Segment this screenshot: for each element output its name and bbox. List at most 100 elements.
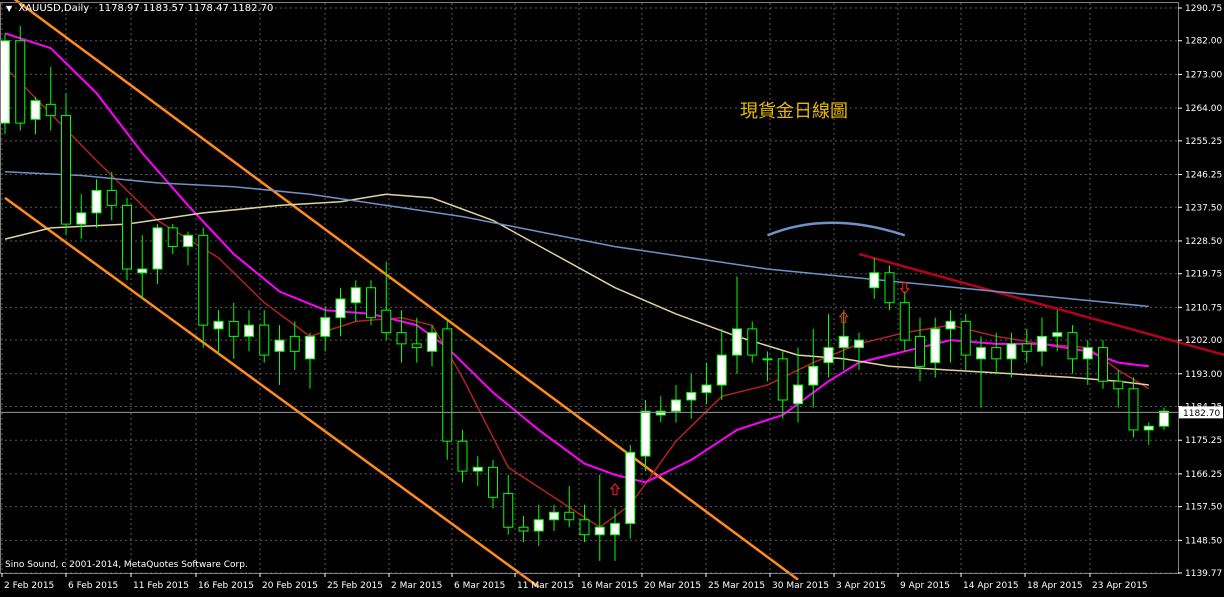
candle-body (793, 384, 803, 405)
candle-body (854, 339, 864, 349)
y-tick-label: 1237.50 (1185, 203, 1222, 213)
channel-lower-line (4, 196, 540, 589)
candle-body (747, 328, 758, 356)
candle-body (228, 320, 239, 337)
y-tick-label: 1273.00 (1185, 70, 1222, 80)
candle-body (30, 100, 41, 120)
y-tick-label: 1290.75 (1185, 4, 1222, 14)
x-tick-label: 6 Mar 2015 (454, 581, 505, 591)
candle-body (838, 335, 849, 349)
candle-body (960, 320, 971, 356)
candle-body (1006, 343, 1017, 360)
plot-frame (0, 2, 1179, 574)
price-chart: 1290.75 1282.00 1273.00 1264.00 1255.25 1246.… (0, 0, 1224, 591)
y-tick-label: 1202.00 (1185, 336, 1222, 346)
candle-body (457, 440, 468, 472)
candle-body (167, 227, 178, 248)
y-tick-label: 1193.00 (1185, 370, 1222, 380)
y-tick-label: 1175.25 (1185, 436, 1222, 446)
y-tick-label: 1255.25 (1185, 137, 1222, 147)
candle-body (0, 40, 10, 124)
candle-body (732, 328, 742, 356)
x-tick-label: 2 Feb 2015 (4, 581, 54, 591)
candle-body (777, 358, 788, 401)
candle-body (823, 347, 834, 364)
x-tick-label: 20 Mar 2015 (644, 581, 701, 591)
x-tick-label: 3 Apr 2015 (836, 581, 886, 591)
axes: 1290.75 1282.00 1273.00 1264.00 1255.25 1246.… (0, 2, 1223, 591)
copyright-text: Sino Sound, c 2001-2014, MetaQuotes Soft… (5, 560, 248, 570)
chart-header: ▼ XAUUSD,Daily 1178.97 1183.57 1178.47 1… (6, 3, 273, 14)
candle-body (335, 298, 346, 319)
x-tick-label: 14 Apr 2015 (963, 581, 1019, 591)
x-tick-label: 23 Apr 2015 (1092, 581, 1148, 591)
candle-body (564, 511, 575, 521)
candle-body (701, 384, 712, 394)
x-tick-label: 11 Mar 2015 (517, 581, 574, 591)
y-tick-label: 1264.00 (1185, 104, 1222, 114)
candlesticks (0, 25, 1169, 561)
candle-body (106, 189, 117, 206)
candle-body (579, 519, 590, 536)
candle-body (716, 354, 727, 386)
y-tick-label: 1210.75 (1185, 303, 1222, 313)
candle-body (930, 328, 941, 364)
candle-body (91, 189, 102, 214)
x-tick-label: 25 Mar 2015 (708, 581, 765, 591)
candle-body (259, 324, 270, 356)
candle-body (671, 399, 681, 412)
candle-body (640, 410, 651, 457)
candle-body (396, 332, 407, 345)
candle-body (320, 317, 331, 337)
chart-annotation-title: 現貨金日線圖 (740, 101, 848, 122)
candle-body (655, 410, 666, 416)
candle-body (686, 392, 697, 401)
x-tick-label: 16 Feb 2015 (198, 581, 254, 591)
candle-body (427, 332, 437, 352)
x-tick-label: 11 Feb 2015 (133, 581, 189, 591)
candle-body (533, 519, 544, 532)
grid (0, 3, 1178, 574)
candle-body (884, 272, 895, 304)
candle-body (976, 347, 986, 360)
ohlc-values: 1178.97 1183.57 1178.47 1182.70 (98, 3, 274, 14)
candle-body (549, 511, 559, 521)
candle-body (762, 358, 773, 361)
channel-upper-line (13, 0, 799, 581)
candle-body (1021, 343, 1032, 352)
y-tick-label: 1139.77 (1185, 569, 1222, 579)
collapse-triangle-icon[interactable]: ▼ (6, 4, 12, 13)
candle-body (15, 40, 26, 124)
candle-body (213, 320, 224, 330)
candle-body (518, 526, 529, 532)
candle-body (152, 227, 163, 270)
arrow-markers (609, 282, 910, 496)
x-tick-label: 20 Feb 2015 (262, 581, 318, 591)
candle-body (808, 365, 819, 386)
y-tick-label: 1282.00 (1185, 37, 1222, 47)
x-tick-label: 6 Feb 2015 (68, 581, 118, 591)
candle-body (1128, 388, 1139, 431)
up-arrow-marker (609, 483, 621, 496)
candle-body (869, 272, 880, 289)
arc-annotation (767, 221, 906, 237)
x-tick-label: 16 Mar 2015 (581, 581, 638, 591)
candle-body (594, 526, 605, 536)
candle-body (366, 287, 376, 319)
candle-body (1052, 332, 1063, 337)
candle-body (305, 335, 315, 360)
candle-body (915, 335, 925, 367)
candle-body (198, 234, 209, 326)
candle-body (122, 204, 132, 270)
candle-body (289, 335, 300, 352)
candle-body (472, 466, 483, 472)
candle-body (183, 234, 193, 248)
candle-body (1098, 347, 1108, 382)
y-tick-label: 1246.25 (1185, 171, 1222, 181)
candle-body (503, 493, 514, 528)
x-tick-label: 2 Mar 2015 (391, 581, 442, 591)
candle-body (1082, 347, 1093, 360)
y-tick-label: 1157.50 (1185, 503, 1222, 513)
x-tick-label: 9 Apr 2015 (900, 581, 950, 591)
candle-body (610, 522, 620, 536)
